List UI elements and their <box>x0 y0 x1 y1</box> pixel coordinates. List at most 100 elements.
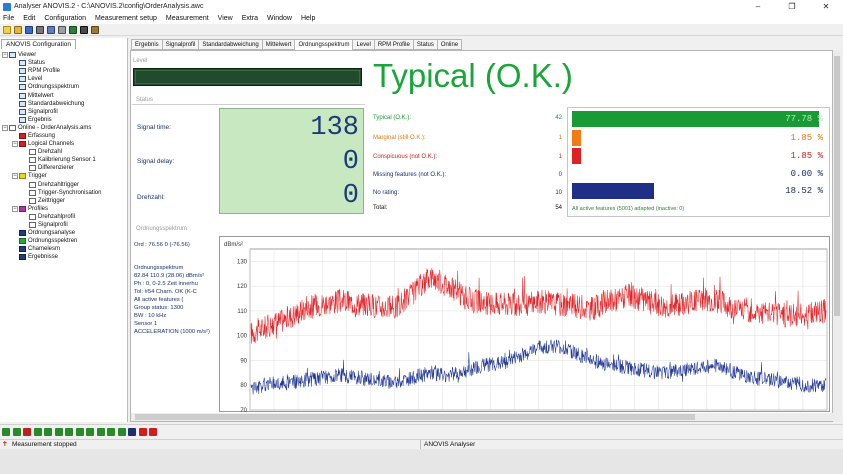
result-row: No rating: 10 <box>369 188 566 198</box>
menu-file[interactable]: File <box>3 15 14 22</box>
app-window: Analyser ANOVIS.2 - C:\ANOVIS.2\config\O… <box>0 0 843 474</box>
tree-item[interactable]: Ordnungsspektrum <box>2 83 126 91</box>
tree-item[interactable]: − Logical Channels <box>2 140 126 148</box>
expand-collapse-icon[interactable]: − <box>12 173 18 180</box>
step-icon[interactable] <box>33 427 42 436</box>
menu-configuration[interactable]: Configuration <box>44 15 86 22</box>
menu-measurement[interactable]: Measurement <box>166 15 209 22</box>
tree-item[interactable]: Mittelwert <box>2 91 126 99</box>
tree-item[interactable]: Trigger-Synchronisation <box>2 189 126 197</box>
signal-delay-label: Signal delay: <box>137 158 175 165</box>
stop-indicator-icon: ✝ <box>2 441 8 448</box>
menu-measurement-setup[interactable]: Measurement setup <box>95 15 157 22</box>
rating-bar-row: 1.85 % <box>572 148 827 164</box>
tree-item[interactable]: Level <box>2 75 126 83</box>
tab-online[interactable]: Online <box>436 39 463 50</box>
tree-item[interactable]: RPM Profile <box>2 67 126 75</box>
magenta-icon <box>19 205 26 212</box>
horizontal-scroll-thumb[interactable] <box>135 414 695 420</box>
anovis-configuration-tab[interactable]: ANOVIS Configuration <box>1 39 77 49</box>
tree-item[interactable]: − Online - OrderAnalysis.ams <box>2 124 126 132</box>
arrow-icon[interactable] <box>2 427 10 436</box>
tree-item[interactable]: − Viewer <box>2 51 126 59</box>
dark-icon <box>19 246 26 253</box>
doc-icon <box>29 222 36 229</box>
restore-button[interactable]: ❐ <box>775 0 809 13</box>
tree-item[interactable]: Ordnungsanalyse <box>2 229 126 237</box>
expand-collapse-icon[interactable]: − <box>12 205 18 212</box>
rating-bar-row: 0.00 % <box>572 166 827 182</box>
expand-collapse-icon[interactable]: − <box>12 141 18 148</box>
close-icon[interactable] <box>149 427 157 436</box>
tree-item[interactable]: Signalprofil <box>2 108 126 116</box>
settings-icon[interactable] <box>58 25 66 34</box>
tree-item[interactable]: Drehzahltrigger <box>2 181 126 189</box>
tab-level[interactable]: Level <box>352 39 375 50</box>
tab-mittelwert[interactable]: Mittelwert <box>261 39 296 50</box>
menu-extra[interactable]: Extra <box>242 15 258 22</box>
tree-item[interactable]: Ordnungsspektren <box>2 237 126 245</box>
start-icon[interactable] <box>23 427 31 436</box>
tree-item[interactable]: − Profiles <box>2 205 126 213</box>
record-icon[interactable] <box>54 427 63 436</box>
ordnung-info-line: Ord : 76.56 0 (-76.56) <box>134 242 190 248</box>
fast-forward-icon[interactable] <box>117 427 126 436</box>
tree-item[interactable]: Differenzierer <box>2 164 126 172</box>
next-icon[interactable] <box>75 427 84 436</box>
tree-item[interactable]: Standardabweichung <box>2 100 126 108</box>
menu-edit[interactable]: Edit <box>23 15 35 22</box>
tree-item[interactable]: Drehzahl <box>2 148 126 156</box>
tab-ergebnis[interactable]: Ergebnis <box>131 39 163 50</box>
tree-item[interactable]: Erfassung <box>2 132 126 140</box>
forward-icon[interactable] <box>107 427 115 436</box>
stop-icon[interactable] <box>128 427 136 436</box>
pause-icon[interactable] <box>138 427 147 436</box>
open-folder-icon[interactable] <box>14 25 22 34</box>
expand-collapse-icon[interactable]: − <box>2 52 8 59</box>
vertical-scroll-thumb[interactable] <box>834 56 840 316</box>
tree-item[interactable]: Drehzahlprofil <box>2 213 126 221</box>
rating-bar-row: 1.85 % <box>572 130 827 146</box>
tab-standardabweichung[interactable]: Standardabweichung <box>198 39 263 50</box>
tree-item[interactable]: Status <box>2 59 126 67</box>
horizontal-scrollbar[interactable] <box>131 413 833 421</box>
new-file-icon[interactable] <box>3 25 11 34</box>
tree-item[interactable]: Chamelesm <box>2 245 126 253</box>
tab-rpm-profile[interactable]: RPM Profile <box>373 39 414 50</box>
copy-icon[interactable] <box>47 25 55 34</box>
save-icon[interactable] <box>25 25 33 34</box>
expand-collapse-icon[interactable]: − <box>2 124 8 131</box>
run-icon[interactable] <box>44 427 52 436</box>
tab-status[interactable]: Status <box>412 39 438 50</box>
red-icon <box>19 132 26 139</box>
viewer-icon <box>9 52 16 59</box>
play-icon[interactable] <box>96 427 105 436</box>
tree-item[interactable]: − Trigger <box>2 172 126 180</box>
tree-item[interactable]: Signalprofil <box>2 221 126 229</box>
tree-item[interactable]: Ergebnisse <box>2 253 126 261</box>
menu-window[interactable]: Window <box>267 15 292 22</box>
close-button[interactable]: ✕ <box>809 0 843 13</box>
key-icon[interactable] <box>91 25 99 34</box>
total-row: Total: 54 <box>369 203 566 213</box>
menu-help[interactable]: Help <box>301 15 315 22</box>
print-icon[interactable] <box>36 25 44 34</box>
tree-item-label: Status <box>28 60 46 67</box>
repeat-icon[interactable] <box>65 427 73 436</box>
result-label: Marginal (still O.K.): <box>373 135 426 141</box>
chart-icon[interactable] <box>69 25 77 34</box>
rating-bar <box>572 148 581 164</box>
minimize-button[interactable]: – <box>741 0 775 13</box>
tree-item[interactable]: Kalibrierung Sensor 1 <box>2 156 126 164</box>
vertical-scrollbar[interactable] <box>833 50 841 422</box>
spectrum-plot: 130120110100908070dBm/s² <box>224 242 828 414</box>
loop-icon[interactable] <box>86 427 94 436</box>
tree-item[interactable]: Ergebnis <box>2 116 126 124</box>
menu-view[interactable]: View <box>218 15 233 22</box>
ordnung-info-line: Ordnungsspektrum <box>134 265 184 271</box>
order-spectrum-chart[interactable]: 130 120 110 100 90 80 70 dBm/s² <box>219 236 830 414</box>
tree-item[interactable]: Zeittrigger <box>2 197 126 205</box>
add-icon[interactable] <box>12 427 21 436</box>
layout-icon[interactable] <box>80 25 88 34</box>
tab-signalprofil[interactable]: Signalprofil <box>161 39 200 50</box>
